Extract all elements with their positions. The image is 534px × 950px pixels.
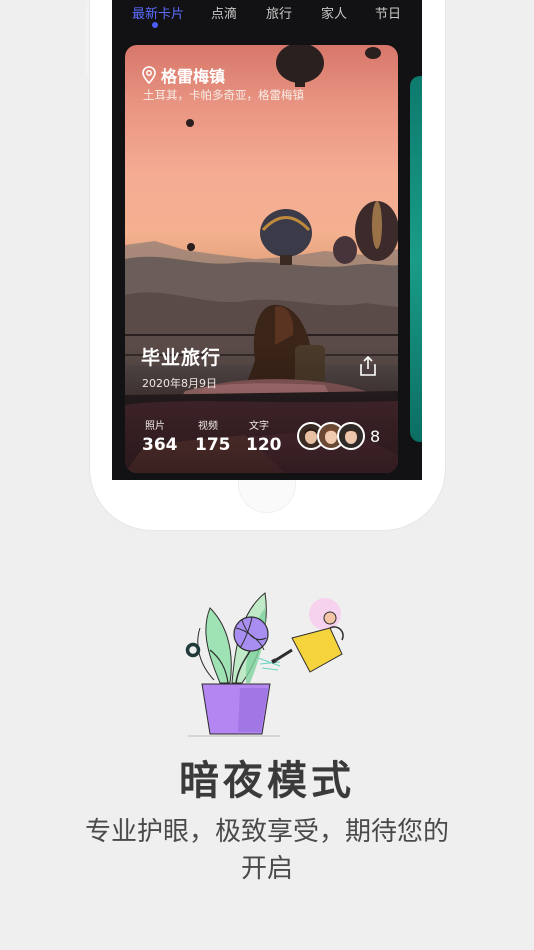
- balloon-scene-photo: [125, 45, 398, 473]
- stat-label: 照片: [145, 421, 165, 432]
- next-card-peek[interactable]: [410, 76, 422, 442]
- tab-family[interactable]: 家人: [321, 3, 347, 22]
- stat-texts: 文字 120: [246, 417, 282, 455]
- feature-headline: 暗夜模式: [179, 758, 355, 804]
- tab-travel[interactable]: 旅行: [266, 3, 292, 22]
- location-title: 格雷梅镇: [161, 67, 226, 86]
- tab-moments[interactable]: 点滴: [211, 3, 237, 22]
- stat-label: 文字: [249, 421, 269, 432]
- memory-card[interactable]: 格雷梅镇 土耳其，卡帕多奇亚，格雷梅镇 毕业旅行 2020年8月9日 照片 36…: [125, 45, 398, 473]
- share-icon[interactable]: [359, 355, 377, 377]
- location-row: 格雷梅镇: [141, 63, 225, 87]
- tab-holidays[interactable]: 节日: [375, 3, 401, 22]
- tab-latest-cards[interactable]: 最新卡片: [132, 3, 184, 22]
- trip-date: 2020年8月9日: [142, 377, 217, 390]
- member-avatars[interactable]: [297, 422, 367, 452]
- feature-description: 专业护眼，极致享受，期待您的开启: [84, 817, 449, 884]
- stat-videos: 视频 175: [195, 417, 231, 455]
- phone-screen: 最新卡片 点滴 旅行 家人 节日 格雷梅镇 土耳其，卡帕多奇亚，格雷梅镇 毕业旅…: [112, 0, 422, 480]
- avatar: [337, 422, 365, 450]
- location-subtitle: 土耳其，卡帕多奇亚，格雷梅镇: [143, 88, 304, 102]
- member-count: 8: [370, 427, 381, 446]
- category-tabs: 最新卡片 点滴 旅行 家人 节日: [112, 0, 422, 32]
- active-tab-indicator: [152, 22, 158, 28]
- location-pin-icon: [142, 66, 156, 84]
- trip-title: 毕业旅行: [141, 347, 222, 369]
- stat-photos: 照片 364: [142, 417, 178, 455]
- stat-label: 视频: [198, 421, 218, 432]
- stat-value: 175: [195, 435, 231, 455]
- stat-value: 364: [142, 435, 178, 455]
- stat-value: 120: [246, 435, 282, 455]
- plant-illustration: [185, 592, 344, 737]
